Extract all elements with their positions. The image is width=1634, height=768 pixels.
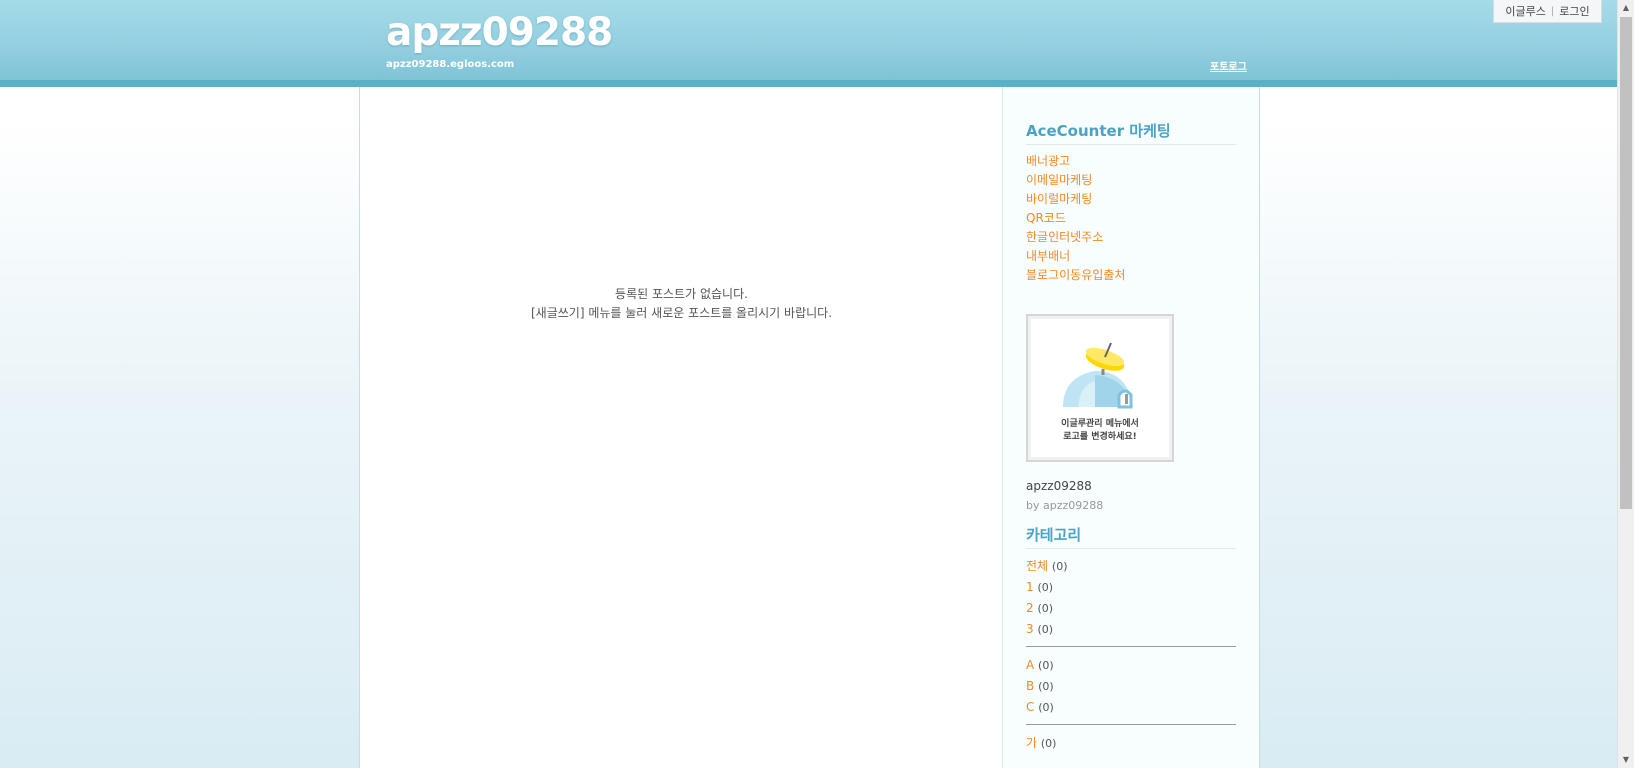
acecounter-link-banner[interactable]: 배너광고 — [1026, 152, 1236, 171]
category-item[interactable]: 가 (0) — [1026, 733, 1236, 754]
vertical-scrollbar[interactable]: ▲ ▼ — [1617, 0, 1634, 768]
category-count: (0) — [1038, 701, 1054, 714]
category-label[interactable]: 전체 — [1026, 559, 1048, 573]
blog-url[interactable]: apzz09288.egloos.com — [386, 59, 514, 70]
empty-post-line2: [새글쓰기] 메뉴를 눌러 새로운 포스트를 올리시기 바랍니다. — [530, 306, 833, 320]
acecounter-link-korean-address[interactable]: 한글인터넷주소 — [1026, 228, 1236, 247]
category-label[interactable]: 1 — [1026, 580, 1034, 594]
egloos-link[interactable]: 이글루스 — [1505, 3, 1545, 19]
category-divider — [1026, 646, 1236, 647]
category-count: (0) — [1051, 560, 1068, 573]
profile-logo-caption: 이글루관리 메뉴에서 로고를 변경하세요! — [1031, 418, 1169, 444]
category-divider — [1026, 724, 1236, 725]
category-count: (0) — [1040, 737, 1057, 750]
top-menu: 이글루스 | 로그인 — [1493, 0, 1602, 23]
acecounter-link-qrcode[interactable]: QR코드 — [1026, 209, 1236, 228]
category-item[interactable]: 2 (0) — [1026, 598, 1236, 619]
sidebar: AceCounter 마케팅 배너광고 이메일마케팅 바이럴마케팅 QR코드 한… — [1002, 87, 1260, 768]
blog-title[interactable]: apzz09288 — [386, 10, 613, 55]
category-item[interactable]: B (0) — [1026, 676, 1236, 697]
profile-caption-line1: 이글루관리 메뉴에서 — [1061, 419, 1139, 429]
profile-name: apzz09288 — [1026, 479, 1092, 493]
category-count: (0) — [1038, 659, 1054, 672]
category-label[interactable]: 3 — [1026, 622, 1034, 636]
login-link[interactable]: 로그인 — [1559, 3, 1589, 19]
profile-logo-frame: 이글루관리 메뉴에서 로고를 변경하세요! — [1031, 319, 1169, 457]
profile-logo-image[interactable]: 이글루관리 메뉴에서 로고를 변경하세요! — [1026, 314, 1174, 462]
category-label[interactable]: B — [1026, 679, 1034, 693]
profile-author: by apzz09288 — [1026, 499, 1104, 512]
acecounter-title: AceCounter 마케팅 — [1026, 120, 1236, 145]
scroll-down-arrow-icon[interactable]: ▼ — [1618, 752, 1634, 768]
category-item[interactable]: 전체 (0) — [1026, 556, 1236, 577]
igloo-satellite-icon — [1063, 342, 1133, 409]
acecounter-link-internal-banner[interactable]: 내부배너 — [1026, 247, 1236, 266]
blog-header: apzz09288 apzz09288.egloos.com 포토로그 — [0, 0, 1617, 87]
empty-post-message: 등록된 포스트가 없습니다. [새글쓰기] 메뉴를 눌러 새로운 포스트를 올리… — [360, 285, 1003, 323]
profile-caption-line2: 로고를 변경하세요! — [1063, 432, 1137, 442]
empty-post-line1: 등록된 포스트가 없습니다. — [615, 287, 748, 301]
scroll-up-arrow-icon[interactable]: ▲ — [1618, 0, 1634, 16]
category-label[interactable]: A — [1026, 658, 1034, 672]
acecounter-section: AceCounter 마케팅 배너광고 이메일마케팅 바이럴마케팅 QR코드 한… — [1026, 120, 1236, 285]
category-count: (0) — [1037, 581, 1054, 594]
category-item[interactable]: C (0) — [1026, 697, 1236, 718]
category-label[interactable]: 가 — [1026, 736, 1037, 750]
scroll-thumb[interactable] — [1620, 17, 1632, 509]
category-section: 카테고리 전체 (0) 1 (0) 2 (0) 3 (0) A (0) B (0… — [1026, 524, 1236, 754]
acecounter-link-viral[interactable]: 바이럴마케팅 — [1026, 190, 1236, 209]
category-label[interactable]: C — [1026, 700, 1034, 714]
category-item[interactable]: A (0) — [1026, 655, 1236, 676]
category-count: (0) — [1037, 602, 1054, 615]
category-count: (0) — [1038, 680, 1054, 693]
category-title: 카테고리 — [1026, 524, 1236, 549]
category-count: (0) — [1037, 623, 1054, 636]
menu-separator: | — [1550, 5, 1555, 17]
prologue-link[interactable]: 포토로그 — [1210, 58, 1247, 73]
category-item[interactable]: 1 (0) — [1026, 577, 1236, 598]
acecounter-link-email[interactable]: 이메일마케팅 — [1026, 171, 1236, 190]
category-item[interactable]: 3 (0) — [1026, 619, 1236, 640]
acecounter-link-referrer[interactable]: 블로그이동유입출처 — [1026, 266, 1236, 285]
category-label[interactable]: 2 — [1026, 601, 1034, 615]
main-content: 등록된 포스트가 없습니다. [새글쓰기] 메뉴를 눌러 새로운 포스트를 올리… — [359, 87, 1003, 768]
